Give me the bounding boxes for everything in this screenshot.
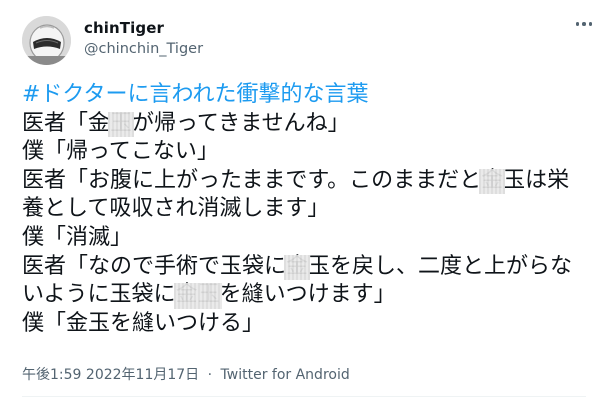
redacted-text: 金 (479, 167, 506, 196)
hashtag-link[interactable]: #ドクターに言われた衝撃的な言葉 (22, 82, 368, 107)
tweet-line: 養として吸収され消滅します」 (22, 196, 330, 222)
tweet-line: 僕「消滅」 (22, 224, 133, 250)
tweet-time[interactable]: 午後1:59 (22, 367, 81, 383)
divider (22, 396, 586, 397)
tweet-line: 医者「なので手術で玉袋に金玉を戻し、二度と上がらな (22, 253, 602, 282)
more-horizontal-icon (582, 22, 586, 26)
redacted-text: 金 (284, 253, 311, 282)
tweet-line: 医者「金玉が帰ってきませんね」 (22, 110, 602, 139)
avatar[interactable] (22, 16, 71, 65)
redacted-text: 玉 (108, 110, 135, 139)
tweet-meta: 午後1:59 2022年11月17日 · Twitter for Android (22, 364, 350, 384)
redacted-text: 金玉 (173, 281, 222, 310)
tweet-line: 医者「お腹に上がったままです。このままだと金玉は栄 (22, 167, 602, 196)
tweet-source[interactable]: Twitter for Android (221, 367, 350, 383)
tweet-line: 僕「帰ってこない」 (22, 139, 219, 165)
display-name[interactable]: chinTiger (84, 19, 164, 37)
meta-separator: · (207, 367, 213, 383)
tweet-line: 僕「金玉を縫いつける」 (22, 310, 265, 336)
tweet-line: いように玉袋に金玉を縫いつけます」 (22, 281, 602, 310)
more-options-button[interactable] (570, 14, 598, 34)
tweet-card: chinTiger @chinchin_Tiger #ドクターに言われた衝撃的な… (0, 0, 608, 409)
more-horizontal-icon (575, 22, 580, 26)
more-horizontal-icon (588, 22, 593, 26)
helmet-avatar-icon (22, 16, 71, 65)
tweet-hashtag-line: #ドクターに言われた衝撃的な言葉 (22, 81, 602, 110)
user-handle[interactable]: @chinchin_Tiger (84, 41, 203, 57)
tweet-date[interactable]: 2022年11月17日 (86, 367, 199, 383)
tweet-text: #ドクターに言われた衝撃的な言葉 医者「金玉が帰ってきませんね」 僕「帰ってこな… (22, 81, 602, 338)
